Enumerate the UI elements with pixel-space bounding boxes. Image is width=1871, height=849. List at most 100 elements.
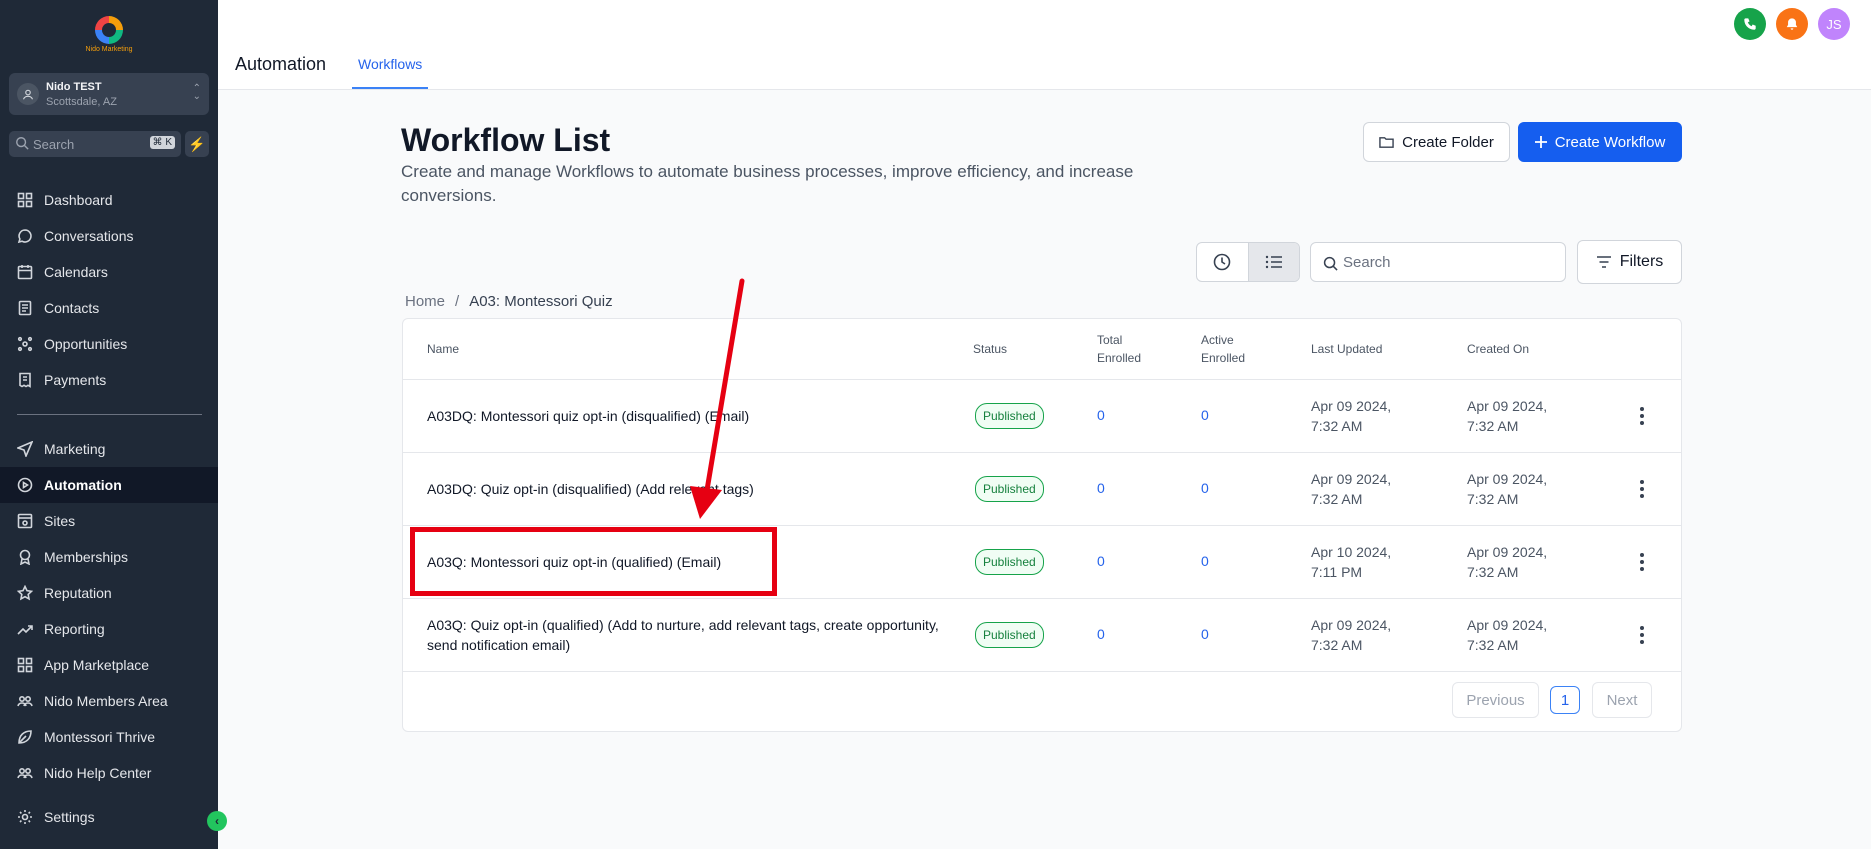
column-header-active-enrolled[interactable]: Active Enrolled bbox=[1201, 331, 1245, 367]
phone-icon[interactable] bbox=[1734, 8, 1766, 40]
active-enrolled-count[interactable]: 0 bbox=[1201, 626, 1209, 642]
list-view-icon[interactable] bbox=[1247, 243, 1299, 281]
sidebar-item-label: Reputation bbox=[44, 585, 112, 601]
sidebar-divider bbox=[17, 414, 202, 415]
create-workflow-label: Create Workflow bbox=[1554, 133, 1666, 151]
workflow-search-input[interactable] bbox=[1343, 251, 1553, 273]
calendar-icon bbox=[17, 264, 33, 280]
date-line: Apr 10 2024, bbox=[1311, 544, 1392, 560]
active-enrolled-count[interactable]: 0 bbox=[1201, 480, 1209, 496]
breadcrumb-separator: / bbox=[455, 293, 460, 310]
sidebar-item-reputation[interactable]: Reputation bbox=[0, 575, 218, 611]
time-line: 7:32 AM bbox=[1467, 418, 1519, 434]
sidebar-item-label: Sites bbox=[44, 513, 76, 529]
status-badge: Published bbox=[975, 622, 1044, 648]
tab-workflows[interactable]: Workflows bbox=[352, 56, 429, 89]
time-line: 7:32 AM bbox=[1311, 491, 1363, 507]
dashboard-icon bbox=[17, 192, 33, 208]
sidebar-item-label: Nido Help Center bbox=[44, 765, 152, 781]
page-description: Create and manage Workflows to automate … bbox=[401, 162, 1134, 205]
sites-icon bbox=[17, 513, 33, 529]
account-location: Scottsdale, AZ bbox=[46, 96, 117, 108]
sidebar-item-label: Memberships bbox=[44, 549, 129, 565]
more-options-icon[interactable] bbox=[1633, 404, 1651, 428]
sidebar-item-payments[interactable]: Payments bbox=[0, 362, 218, 398]
create-folder-button[interactable]: Create Folder bbox=[1363, 122, 1510, 162]
folder-icon bbox=[1379, 137, 1394, 148]
total-enrolled-count[interactable]: 0 bbox=[1097, 553, 1105, 569]
previous-page-button[interactable]: Previous bbox=[1452, 682, 1539, 718]
bell-icon[interactable] bbox=[1776, 8, 1808, 40]
automation-icon bbox=[17, 477, 33, 493]
column-header-total-enrolled[interactable]: Total Enrolled bbox=[1097, 331, 1141, 367]
column-header-name[interactable]: Name bbox=[427, 340, 459, 358]
collapse-sidebar-chevron-icon[interactable]: ‹ bbox=[207, 811, 227, 831]
sidebar-item-label: App Marketplace bbox=[44, 657, 150, 673]
column-header-status[interactable]: Status bbox=[973, 340, 1007, 358]
table-row[interactable]: A03DQ: Montessori quiz opt-in (disqualif… bbox=[403, 379, 1681, 452]
created-on-date: Apr 09 2024, 7:32 AM bbox=[1467, 615, 1547, 655]
filters-button[interactable]: Filters bbox=[1577, 240, 1682, 284]
time-line: 7:32 AM bbox=[1311, 637, 1363, 653]
table-row[interactable]: A03Q: Quiz opt-in (qualified) (Add to nu… bbox=[403, 598, 1681, 671]
sidebar-item-opportunities[interactable]: Opportunities bbox=[0, 326, 218, 362]
sidebar-item-settings[interactable]: Settings bbox=[0, 799, 218, 835]
sidebar-item-conversations[interactable]: Conversations bbox=[0, 218, 218, 254]
sidebar-item-label: Dashboard bbox=[44, 192, 113, 208]
workflow-name[interactable]: A03DQ: Montessori quiz opt-in (disqualif… bbox=[427, 406, 927, 426]
logo-text: Nido Marketing bbox=[85, 46, 133, 53]
status-badge: Published bbox=[975, 549, 1044, 575]
sidebar-item-calendars[interactable]: Calendars bbox=[0, 254, 218, 290]
sidebar-item-automation[interactable]: Automation bbox=[0, 467, 218, 503]
sidebar-item-montessori-thrive[interactable]: Montessori Thrive bbox=[0, 719, 218, 755]
column-header-line: Enrolled bbox=[1097, 351, 1142, 365]
sidebar-item-marketing[interactable]: Marketing bbox=[0, 431, 218, 467]
sidebar-search[interactable]: Search ⌘ K bbox=[9, 131, 181, 157]
sidebar-item-reporting[interactable]: Reporting bbox=[0, 611, 218, 647]
sidebar-item-label: Montessori Thrive bbox=[44, 729, 156, 745]
location-avatar-icon bbox=[17, 83, 39, 105]
column-header-created-on[interactable]: Created On bbox=[1467, 340, 1529, 358]
workflow-name[interactable]: A03DQ: Quiz opt-in (disqualified) (Add r… bbox=[427, 479, 927, 499]
create-workflow-button[interactable]: Create Workflow bbox=[1518, 122, 1682, 162]
sidebar-item-nido-help-center[interactable]: Nido Help Center bbox=[0, 755, 218, 791]
grid-icon bbox=[17, 657, 33, 673]
brand-logo[interactable]: Nido Marketing bbox=[80, 16, 138, 56]
sidebar-item-dashboard[interactable]: Dashboard bbox=[0, 182, 218, 218]
account-switcher[interactable]: Nido TEST Scottsdale, AZ ⌃ ⌄ bbox=[9, 73, 209, 115]
page-section-title: Automation bbox=[235, 54, 327, 74]
workflow-name[interactable]: A03Q: Quiz opt-in (qualified) (Add to nu… bbox=[427, 615, 947, 655]
time-line: 7:32 AM bbox=[1311, 418, 1363, 434]
user-avatar[interactable]: JS bbox=[1818, 8, 1850, 40]
more-options-icon[interactable] bbox=[1633, 550, 1651, 574]
active-enrolled-count[interactable]: 0 bbox=[1201, 407, 1209, 423]
page-title: Workflow List bbox=[401, 122, 611, 158]
total-enrolled-count[interactable]: 0 bbox=[1097, 626, 1105, 642]
clock-view-icon[interactable] bbox=[1197, 243, 1248, 281]
column-header-last-updated[interactable]: Last Updated bbox=[1311, 340, 1382, 358]
workflow-search-box bbox=[1310, 242, 1566, 282]
users-icon bbox=[17, 693, 33, 709]
send-icon bbox=[17, 441, 33, 457]
quick-action-bolt-icon[interactable]: ⚡ bbox=[185, 131, 209, 157]
next-page-button[interactable]: Next bbox=[1592, 682, 1652, 718]
last-updated-date: Apr 09 2024, 7:32 AM bbox=[1311, 396, 1391, 436]
sidebar-item-nido-members-area[interactable]: Nido Members Area bbox=[0, 683, 218, 719]
date-line: Apr 09 2024, bbox=[1311, 617, 1392, 633]
breadcrumb-home[interactable]: Home bbox=[405, 293, 445, 310]
more-options-icon[interactable] bbox=[1633, 477, 1651, 501]
more-options-icon[interactable] bbox=[1633, 623, 1651, 647]
date-line: Apr 09 2024, bbox=[1467, 471, 1548, 487]
sidebar-item-contacts[interactable]: Contacts bbox=[0, 290, 218, 326]
sidebar-item-app-marketplace[interactable]: App Marketplace bbox=[0, 647, 218, 683]
trend-icon bbox=[17, 621, 33, 637]
sidebar-item-memberships[interactable]: Memberships bbox=[0, 539, 218, 575]
total-enrolled-count[interactable]: 0 bbox=[1097, 407, 1105, 423]
total-enrolled-count[interactable]: 0 bbox=[1097, 480, 1105, 496]
date-line: Apr 09 2024, bbox=[1311, 471, 1392, 487]
chevron-updown-icon: ⌃ ⌄ bbox=[192, 83, 201, 102]
page-1-button[interactable]: 1 bbox=[1550, 686, 1580, 714]
active-enrolled-count[interactable]: 0 bbox=[1201, 553, 1209, 569]
table-row[interactable]: A03DQ: Quiz opt-in (disqualified) (Add r… bbox=[403, 452, 1681, 525]
sidebar-item-sites[interactable]: Sites bbox=[0, 503, 218, 539]
